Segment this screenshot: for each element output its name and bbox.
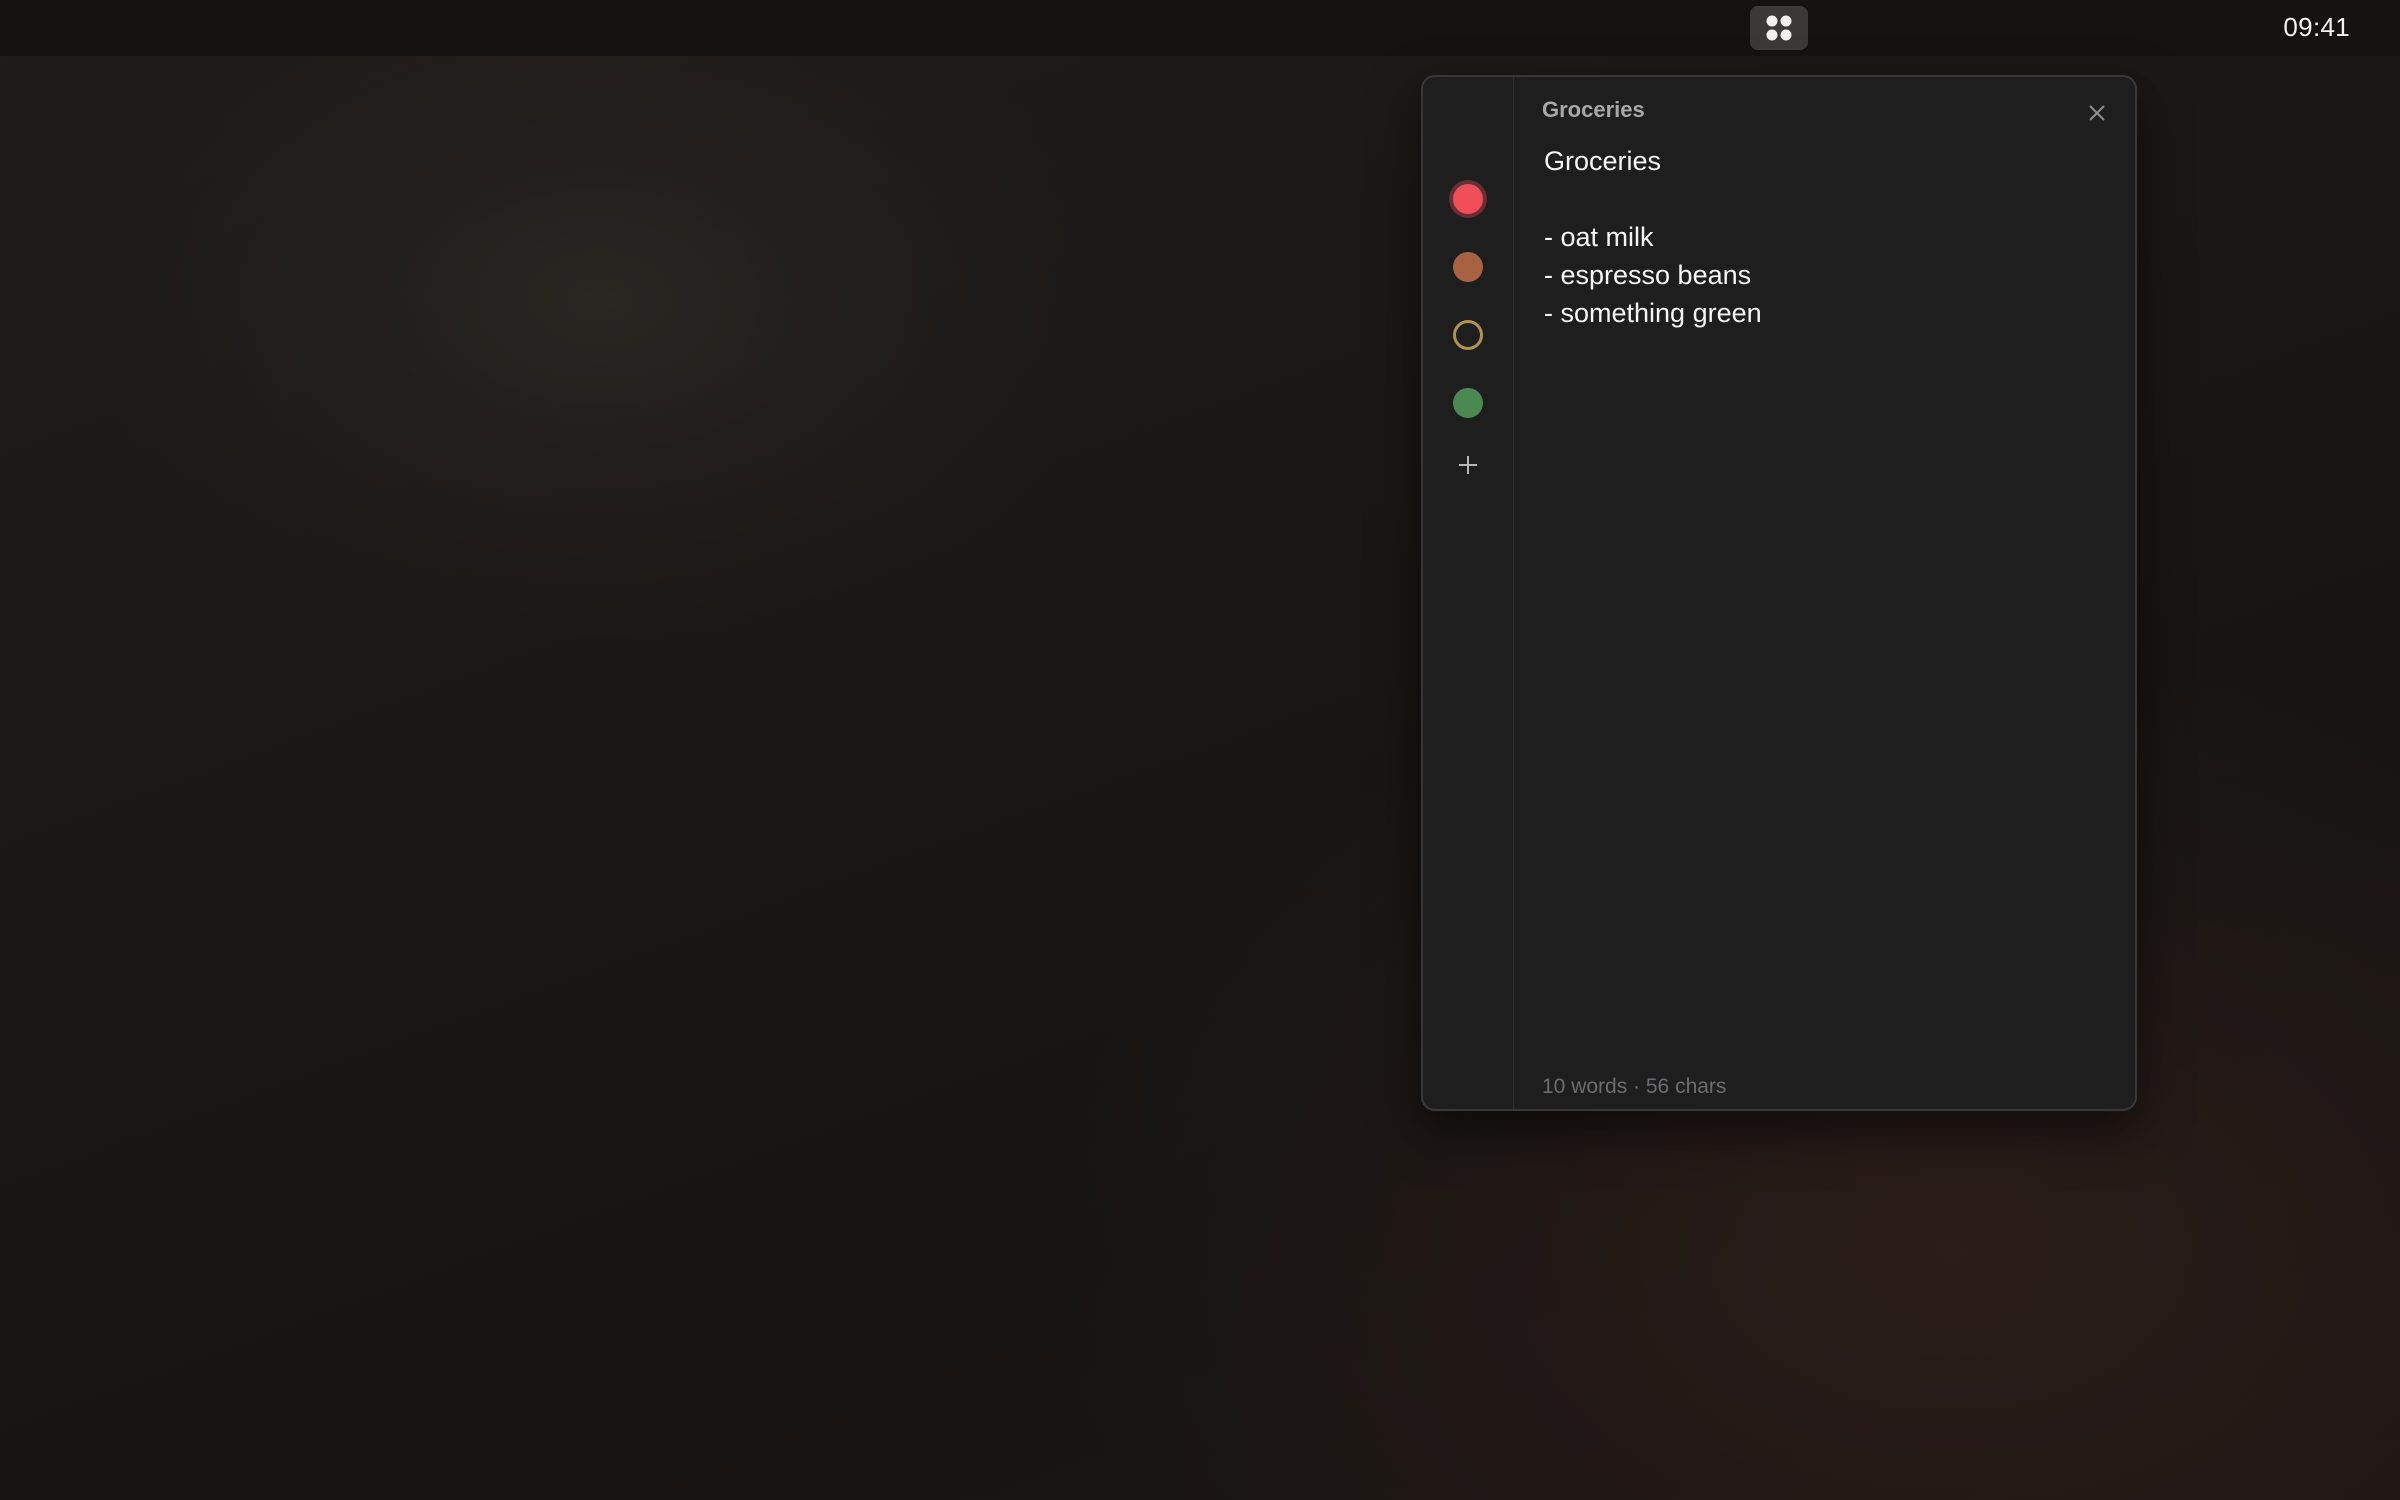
note-window-title: Groceries [1542, 97, 1645, 122]
menubar-clock: 09:41 [2283, 12, 2350, 42]
color-sidebar [1423, 77, 1514, 1109]
note-line: - espresso beans [1544, 260, 1752, 290]
note-text-area[interactable]: Groceries - oat milk - espresso beans - … [1544, 142, 2104, 332]
add-note-button[interactable] [1450, 447, 1486, 483]
color-dot-yellow[interactable] [1453, 320, 1483, 350]
menu-bar: 09:41 [0, 0, 2400, 56]
color-dot-green[interactable] [1453, 388, 1483, 418]
note-line: Groceries [1544, 146, 1662, 176]
note-line: - oat milk [1544, 222, 1654, 252]
note-line: - something green [1544, 298, 1762, 328]
color-dot-red[interactable] [1453, 184, 1483, 214]
close-icon [2089, 105, 2105, 121]
word-count-status: 10 words · 56 chars [1542, 1075, 1727, 1098]
color-dot-orange[interactable] [1453, 252, 1483, 282]
plus-icon [1459, 456, 1477, 474]
close-button[interactable] [2083, 99, 2111, 127]
sticky-note-window: Groceries Groceries - oat milk - espress… [1421, 75, 2137, 1111]
note-line [1544, 180, 2104, 218]
grid-dots-icon[interactable] [1750, 6, 1808, 50]
